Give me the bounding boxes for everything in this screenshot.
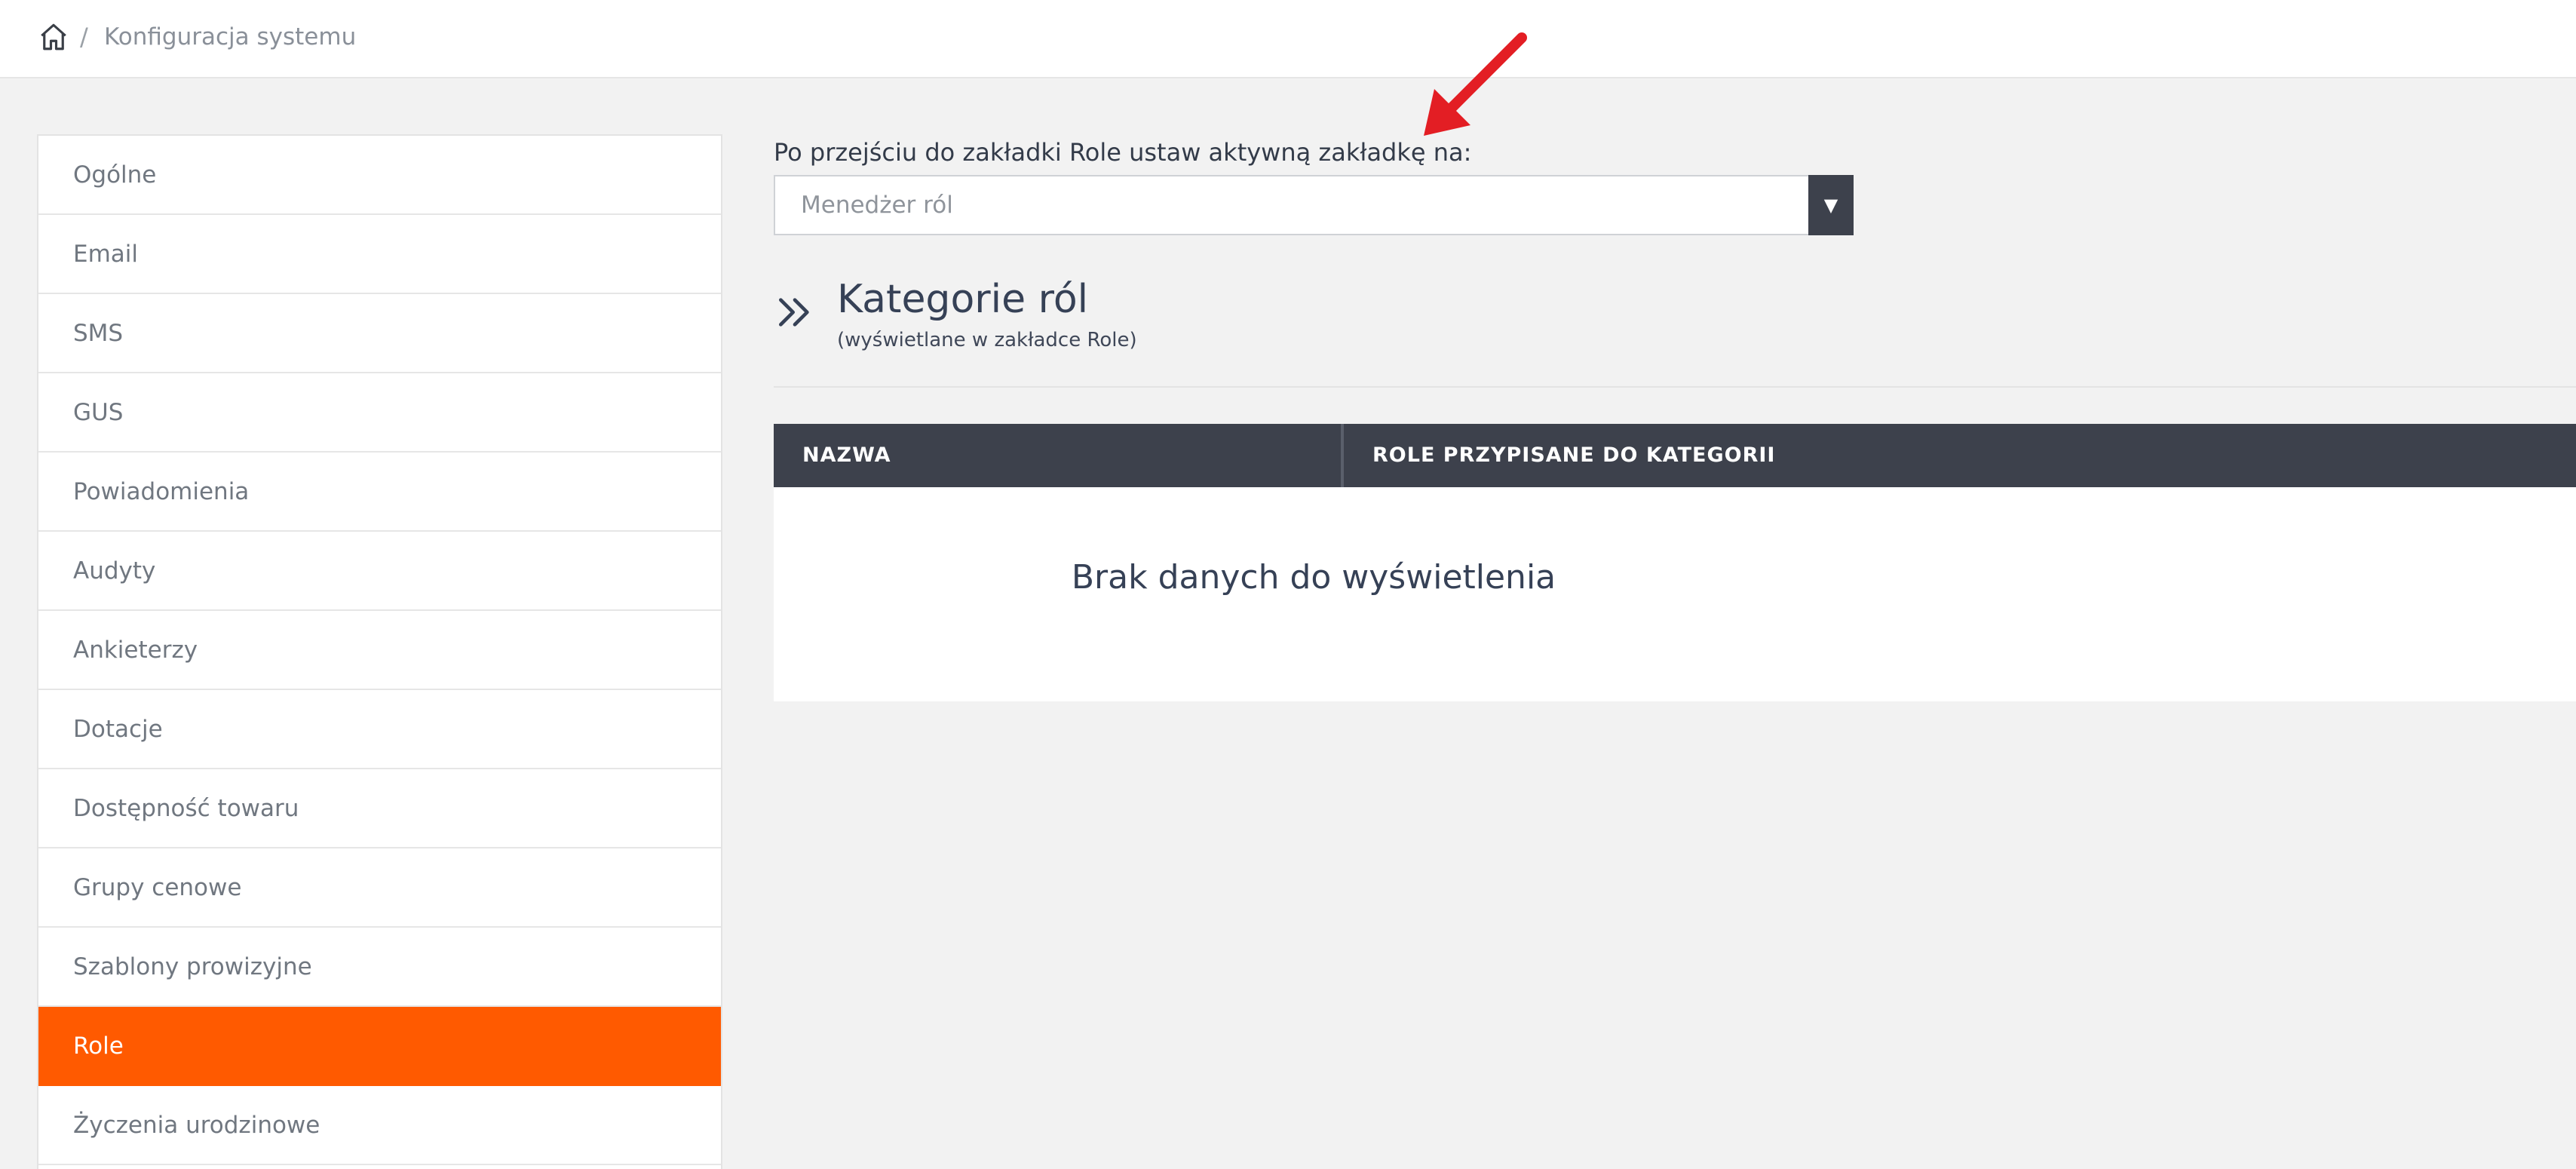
active-tab-select[interactable]: Menedżer ról ▼	[774, 175, 1854, 235]
empty-state-message: Brak danych do wyświetlenia	[1071, 558, 1556, 597]
breadcrumb-current[interactable]: Konfiguracja systemu	[104, 21, 356, 53]
table-body: Brak danych do wyświetlenia	[774, 487, 2576, 701]
sidebar-item-label: GUS	[73, 398, 124, 426]
sidebar-item-ankieterzy[interactable]: Ankieterzy	[38, 611, 721, 690]
sidebar-item-powiadomienia[interactable]: Powiadomienia	[38, 453, 721, 532]
table-header: NAZWA ROLE PRZYPISANE DO KATEGORII	[774, 424, 2576, 487]
sidebar-item-label: Dotacje	[73, 715, 163, 743]
sidebar-item-sms[interactable]: SMS	[38, 294, 721, 373]
sidebar-item-audyty[interactable]: Audyty	[38, 532, 721, 611]
section-title: Kategorie ról	[837, 277, 1089, 322]
red-arrow-icon	[1424, 32, 1527, 136]
double-chevron-right-icon	[779, 298, 809, 327]
sidebar-item-gus[interactable]: GUS	[38, 373, 721, 453]
column-header-assigned-roles[interactable]: ROLE PRZYPISANE DO KATEGORII	[1344, 424, 2576, 487]
sidebar-item-label: Powiadomienia	[73, 477, 250, 505]
section-subtitle: (wyświetlane w zakładce Role)	[837, 329, 1137, 351]
sidebar-item-zyczenia-urodzinowe[interactable]: Życzenia urodzinowe	[38, 1086, 721, 1165]
active-tab-select-label: Po przejściu do zakładki Role ustaw akty…	[774, 138, 1472, 167]
sidebar-item-label: Role	[73, 1032, 124, 1060]
sidebar-item-label: Życzenia urodzinowe	[73, 1111, 320, 1139]
sidebar-item-email[interactable]: Email	[38, 215, 721, 294]
sidebar-item-label: Ankieterzy	[73, 636, 198, 664]
active-tab-select-value: Menedżer ról	[801, 192, 953, 219]
role-categories-table: NAZWA ROLE PRZYPISANE DO KATEGORII Brak …	[774, 424, 2576, 701]
sidebar-item-label: Szablony prowizyjne	[73, 953, 312, 980]
dropdown-arrow-icon[interactable]: ▼	[1808, 175, 1854, 235]
sidebar-item-dotacje[interactable]: Dotacje	[38, 690, 721, 769]
sidebar-item-ogolne[interactable]: Ogólne	[38, 136, 721, 215]
section-divider	[774, 386, 2576, 388]
column-header-name[interactable]: NAZWA	[774, 424, 1344, 487]
breadcrumb-separator: /	[80, 23, 88, 51]
sidebar-item-label: Dostępność towaru	[73, 794, 299, 822]
sidebar-item-grupy-cenowe[interactable]: Grupy cenowe	[38, 848, 721, 928]
sidebar-item-szablony-prowizyjne[interactable]: Szablony prowizyjne	[38, 928, 721, 1007]
sidebar-item-label: SMS	[73, 319, 124, 347]
sidebar-item-label: Audyty	[73, 557, 156, 584]
settings-sidebar: Ogólne Email SMS GUS Powiadomienia Audyt…	[37, 134, 722, 1169]
sidebar-item-dostepnosc-towaru[interactable]: Dostępność towaru	[38, 769, 721, 848]
sidebar-item-label: Grupy cenowe	[73, 873, 242, 901]
sidebar-item-label: Email	[73, 240, 139, 268]
home-icon[interactable]	[38, 21, 69, 53]
sidebar-item-label: Ogólne	[73, 161, 157, 189]
top-bar: / Konfiguracja systemu	[0, 0, 2576, 78]
sidebar-item-role[interactable]: Role	[38, 1007, 721, 1086]
